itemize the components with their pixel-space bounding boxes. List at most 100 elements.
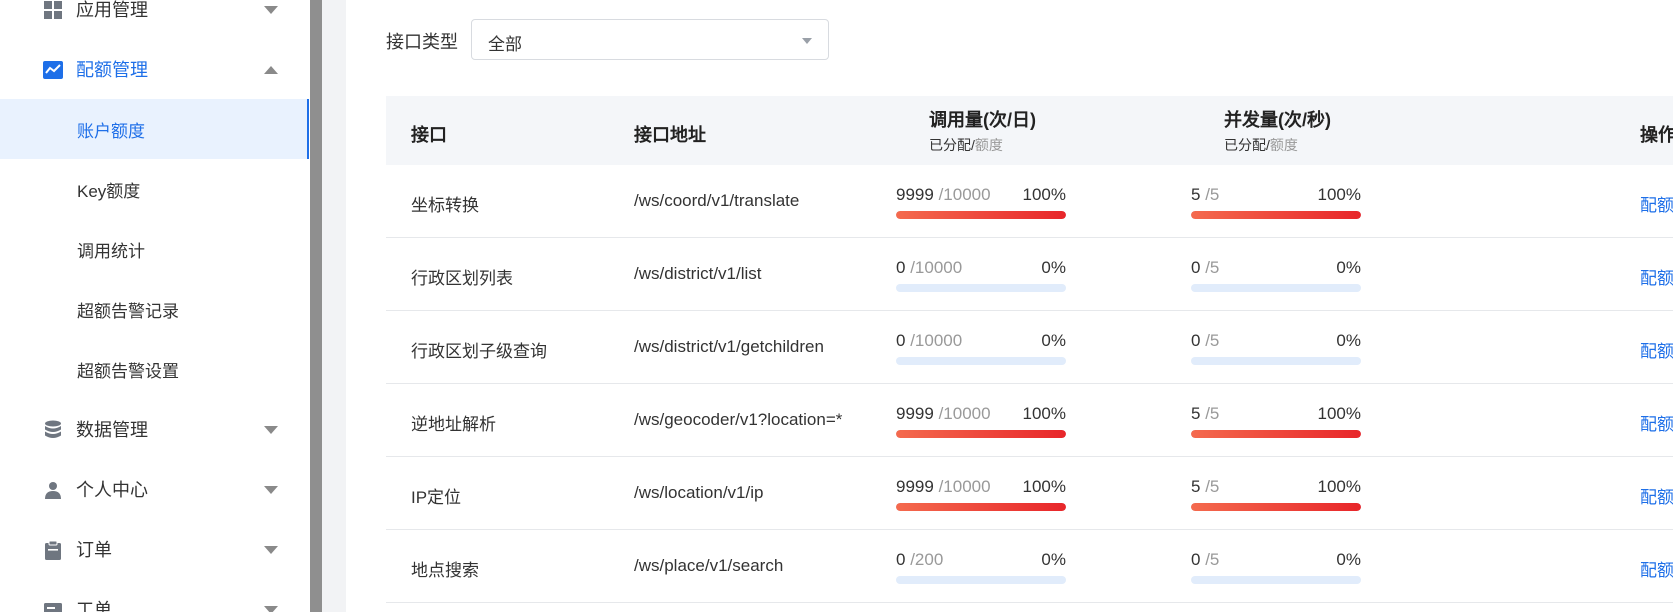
nav-group-app-management[interactable]: 应用管理 [0,0,310,30]
calls-percent: 100% [1022,404,1066,423]
concurrency-used: 0 [1191,550,1201,569]
subheader-allocated: 已分配/ [1224,137,1270,153]
nav-group-label: 配额管理 [76,60,148,80]
calls-metric: 0 /10000 0% [896,331,1066,367]
configure-quota-link[interactable]: 配额 [1640,337,1673,362]
concurrency-progress-bar [1191,430,1361,438]
calls-quota: /10000 [938,185,991,204]
calls-quota: /10000 [910,331,963,350]
calls-progress-bar [896,430,1066,438]
calls-percent: 100% [1022,477,1066,496]
concurrency-percent: 100% [1317,404,1361,423]
ticket-icon [43,600,63,612]
nav-group-personal-center[interactable]: 个人中心 [0,470,310,510]
api-name: 行政区划子级查询 [411,342,547,361]
chevron-down-icon [264,546,278,554]
chart-line-icon [43,60,63,80]
calls-used-quota: 9999 /10000 [896,477,991,497]
concurrency-used: 0 [1191,258,1201,277]
column-header-action: 操作 [1640,125,1673,145]
calls-progress-bar [896,357,1066,365]
concurrency-quota: /5 [1205,477,1220,496]
main-content: 接口类型 全部 接口 接口地址 调用量(次/日) 已分配/额度 并发量(次/秒)… [346,0,1673,612]
api-name: IP定位 [411,488,462,507]
calls-percent: 100% [1022,185,1066,204]
calls-metric: 9999 /10000 100% [896,404,1066,440]
column-header-concurrency: 并发量(次/秒) [1224,110,1331,130]
concurrency-used-quota: 0 /5 [1191,258,1219,278]
subheader-quota: 额度 [1269,137,1298,153]
sidebar-item-overage-alert-records[interactable]: 超额告警记录 [0,279,307,339]
sidebar-item-account-quota[interactable]: 账户额度 [0,99,309,159]
nav-group-quota-management[interactable]: 配额管理 [0,50,310,90]
sidebar-item-key-quota[interactable]: Key额度 [0,159,307,219]
calls-used: 9999 [896,185,934,204]
concurrency-metric: 0 /5 0% [1191,550,1361,586]
concurrency-metric: 5 /5 100% [1191,477,1361,513]
concurrency-percent: 100% [1317,185,1361,204]
calls-progress-fill [896,211,1066,219]
nav-group-tickets[interactable]: 工单 [0,590,310,612]
calls-metric: 0 /200 0% [896,550,1066,586]
calls-percent: 0% [1041,258,1066,277]
calls-quota: /10000 [938,404,991,423]
sidebar-scrollbar[interactable] [310,0,322,612]
sidebar: 应用管理 配额管理 账户额度 Key额度 调用统计 超额告警记录 超额告警设置 [0,0,310,612]
concurrency-progress-fill [1191,503,1361,511]
calls-progress-bar [896,503,1066,511]
sidebar-item-label: 账户额度 [77,121,145,141]
database-icon [43,420,63,440]
calls-used-quota: 0 /10000 [896,331,962,351]
column-header-api: 接口 [411,125,447,145]
concurrency-used-quota: 5 /5 [1191,185,1219,205]
nav-group-label: 订单 [76,540,112,560]
concurrency-percent: 0% [1336,550,1361,569]
configure-quota-link[interactable]: 配额 [1640,556,1673,581]
concurrency-used: 5 [1191,404,1201,423]
nav-group-label: 工单 [76,600,112,612]
api-type-select[interactable]: 全部 [471,19,829,60]
api-address: /ws/district/v1/list [634,264,762,283]
concurrency-quota: /5 [1205,185,1220,204]
table-row: 行政区划列表/ws/district/v1/list 0 /10000 0% 0 /5… [386,238,1673,311]
sidebar-item-call-stats[interactable]: 调用统计 [0,219,307,279]
concurrency-progress-fill [1191,211,1361,219]
api-address: /ws/geocoder/v1?location=* [634,410,843,429]
configure-quota-link[interactable]: 配额 [1640,483,1673,508]
calls-used: 9999 [896,404,934,423]
nav-group-label: 数据管理 [76,420,148,440]
concurrency-metric: 5 /5 100% [1191,185,1361,221]
user-icon [43,480,63,500]
sidebar-item-overage-alert-settings[interactable]: 超额告警设置 [0,339,307,399]
api-name: 行政区划列表 [411,269,513,288]
calls-quota: /10000 [938,477,991,496]
sidebar-item-label: 超额告警设置 [77,361,179,381]
chevron-down-icon [264,6,278,14]
concurrency-used-quota: 5 /5 [1191,477,1219,497]
chevron-down-icon [264,606,278,612]
concurrency-progress-bar [1191,357,1361,365]
configure-quota-link[interactable]: 配额 [1640,191,1673,216]
nav-group-label: 应用管理 [76,0,148,20]
subheader-allocated: 已分配/ [929,137,975,153]
concurrency-metric: 0 /5 0% [1191,258,1361,294]
caret-down-icon [802,38,812,44]
concurrency-percent: 100% [1317,477,1361,496]
clipboard-icon [43,540,63,560]
concurrency-quota: /5 [1205,258,1220,277]
concurrency-used-quota: 5 /5 [1191,404,1219,424]
concurrency-used: 5 [1191,185,1201,204]
concurrency-percent: 0% [1336,331,1361,350]
nav-group-orders[interactable]: 订单 [0,530,310,570]
table-row: 逆地址解析/ws/geocoder/v1?location=* 9999 /100… [386,384,1673,457]
calls-progress-fill [896,503,1066,511]
calls-used-quota: 9999 /10000 [896,185,991,205]
concurrency-progress-bar [1191,211,1361,219]
concurrency-used: 5 [1191,477,1201,496]
configure-quota-link[interactable]: 配额 [1640,264,1673,289]
api-name: 地点搜索 [411,561,479,580]
configure-quota-link[interactable]: 配额 [1640,410,1673,435]
sidebar-item-label: 超额告警记录 [77,301,179,321]
concurrency-metric: 5 /5 100% [1191,404,1361,440]
nav-group-data-management[interactable]: 数据管理 [0,410,310,450]
